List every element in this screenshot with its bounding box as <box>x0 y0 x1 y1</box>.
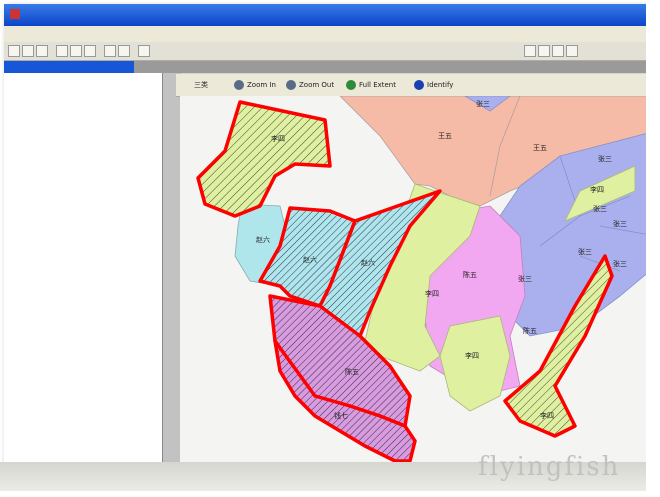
label-lisi-top: 李四 <box>590 185 604 194</box>
map-canvas[interactable]: 王五 王五 张三 张三 张三 张三 张三 张三 张三 李四 李四 李四 李四 李… <box>180 96 656 476</box>
label-wangwu-1: 王五 <box>438 132 452 140</box>
copy-icon[interactable] <box>70 45 82 57</box>
save-icon[interactable] <box>36 45 48 57</box>
classify-label: 三类 <box>194 81 208 89</box>
menu-bar <box>4 26 652 42</box>
run-icon[interactable] <box>138 45 150 57</box>
label-chenwu-1: 陈五 <box>463 270 477 279</box>
parcel-lisi-bottom <box>439 315 511 412</box>
toolbox-icon[interactable] <box>552 45 564 57</box>
main-toolbar <box>4 42 652 61</box>
label-zhaoliu-2: 赵六 <box>303 255 317 264</box>
label-zhangsan-2: 张三 <box>593 204 607 213</box>
redo-icon[interactable] <box>118 45 130 57</box>
cut-icon[interactable] <box>56 45 68 57</box>
map-toolbar: 三类 Zoom In Zoom Out Full Extent Identify <box>176 74 656 97</box>
new-icon[interactable] <box>8 45 20 57</box>
zoom-in-icon <box>234 80 244 90</box>
parcel-lisi-selected-top <box>196 100 332 218</box>
zoom-out-icon <box>286 80 296 90</box>
classify-dropdown[interactable]: 三类 <box>194 79 208 91</box>
undo-icon[interactable] <box>104 45 116 57</box>
solution-explorer-icon[interactable] <box>524 45 536 57</box>
label-lisi-4: 李四 <box>540 411 554 420</box>
class-view-icon[interactable] <box>566 45 578 57</box>
torn-edge-bottom <box>0 491 660 497</box>
mdi-child-title <box>4 61 134 73</box>
identify-button[interactable]: Identify <box>414 79 453 91</box>
splitter[interactable] <box>163 73 181 488</box>
label-lisi-2: 李四 <box>425 289 439 298</box>
label-zhangsan-5: 张三 <box>613 259 627 268</box>
full-extent-label: Full Extent <box>359 81 396 89</box>
app-icon <box>10 9 20 19</box>
label-zhaoliu-3: 赵六 <box>361 258 375 267</box>
full-extent-button[interactable]: Full Extent <box>346 79 396 91</box>
identify-label: Identify <box>427 81 454 89</box>
watermark: flyingfish <box>478 452 621 482</box>
zoom-out-button[interactable]: Zoom Out <box>286 79 334 91</box>
layer-tree-pane <box>4 73 163 488</box>
open-icon[interactable] <box>22 45 34 57</box>
window-titlebar <box>4 4 652 26</box>
properties-icon[interactable] <box>538 45 550 57</box>
globe-icon <box>346 80 356 90</box>
zoom-in-button[interactable]: Zoom In <box>234 79 276 91</box>
label-zhang-top: 张三 <box>476 99 490 108</box>
paste-icon[interactable] <box>84 45 96 57</box>
label-zhangsan-3: 张三 <box>613 219 627 228</box>
zoom-in-label: Zoom In <box>247 81 276 89</box>
zoom-out-label: Zoom Out <box>299 81 335 89</box>
label-zhangsan-6: 张三 <box>518 274 532 283</box>
label-lisi-3: 李四 <box>465 351 479 360</box>
label-zhangsan-1: 张三 <box>598 154 612 163</box>
label-zhaoliu-1: 赵六 <box>256 235 270 244</box>
map-svg: 王五 王五 张三 张三 张三 张三 张三 张三 张三 李四 李四 李四 李四 李… <box>196 96 656 463</box>
label-chenqi: 陈五 <box>345 367 359 376</box>
label-wangwu-2: 王五 <box>533 144 547 152</box>
label-chenwu-2: 陈五 <box>523 326 537 335</box>
torn-edge-right <box>646 0 660 497</box>
label-qianqi: 钱七 <box>334 411 348 420</box>
label-lisi-1: 李四 <box>271 134 285 143</box>
info-icon <box>414 80 424 90</box>
label-zhangsan-4: 张三 <box>578 247 592 256</box>
